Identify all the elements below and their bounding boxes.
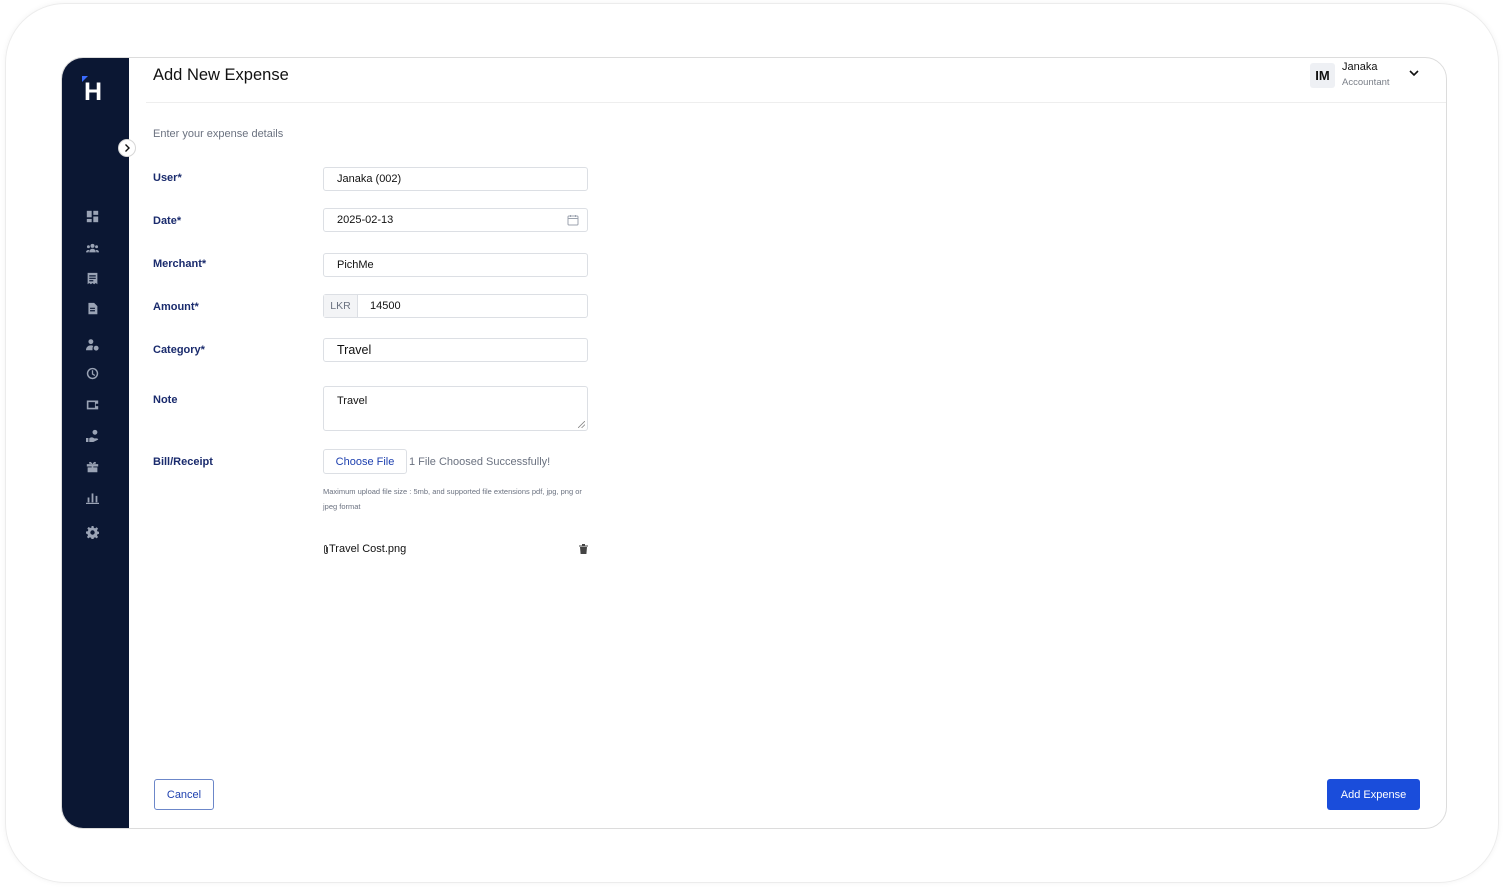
trash-icon[interactable] [579,544,588,554]
choose-file-button[interactable]: Choose File [323,449,407,474]
merchant-value: PichMe [337,259,374,271]
settings-icon[interactable] [84,524,100,540]
amount-label: Amount* [153,301,199,313]
category-value: Travel [337,343,372,357]
user-settings-icon[interactable] [84,336,100,352]
date-field[interactable]: 2025-02-13 [323,208,588,232]
chevron-right-icon [125,144,130,152]
upload-hint: Maximum upload file size : 5mb, and supp… [323,487,582,511]
sidebar: H [62,58,129,828]
amount-value: 14500 [370,300,401,312]
merchant-label: Merchant* [153,258,207,270]
user-label: User* [153,172,182,184]
sidebar-toggle-button[interactable] [118,139,136,157]
document-icon[interactable] [84,300,100,316]
resize-grip-icon[interactable] [578,421,585,428]
note-textarea[interactable]: Travel [323,386,588,431]
logo: H [84,78,103,106]
attached-file-name: Travel Cost.png [329,543,407,555]
wallet-icon[interactable] [84,396,100,412]
payment-icon[interactable] [84,427,100,443]
dashboard-icon[interactable] [84,208,100,224]
file-status: 1 File Choosed Successfully! [409,456,551,468]
bill-label: Bill/Receipt [153,456,213,468]
category-label: Category* [153,344,205,356]
add-expense-button[interactable]: Add Expense [1327,779,1420,810]
bar-chart-icon[interactable] [84,489,100,505]
app-window: H Add New Expense IM Janaka Accountant E… [61,57,1447,829]
header: Add New Expense IM Janaka Accountant [146,58,1446,103]
date-value: 2025-02-13 [337,214,394,226]
form-subtitle: Enter your expense details [153,128,284,140]
cancel-button[interactable]: Cancel [154,779,214,810]
gift-icon[interactable] [84,458,100,474]
date-label: Date* [153,215,182,227]
merchant-field[interactable]: PichMe [323,253,588,277]
receipt-icon[interactable] [84,270,100,286]
user-field[interactable]: Janaka (002) [323,167,588,191]
team-icon[interactable] [84,239,100,255]
user-name: Janaka [1342,61,1378,73]
note-label: Note [153,394,178,406]
page-title: Add New Expense [153,66,289,84]
chevron-down-icon [1409,70,1419,77]
user-role: Accountant [1342,77,1390,88]
clock-icon[interactable] [84,365,100,381]
user-menu[interactable]: IM Janaka Accountant [1310,61,1420,91]
currency-prefix: LKR [324,295,358,317]
user-value: Janaka (002) [337,173,402,185]
amount-field[interactable]: LKR 14500 [323,294,588,318]
avatar: IM [1310,63,1335,88]
note-value: Travel [337,395,368,407]
calendar-icon[interactable] [567,214,579,226]
attached-file-row: Travel Cost.png [323,542,588,558]
category-select[interactable]: Travel [323,338,588,362]
